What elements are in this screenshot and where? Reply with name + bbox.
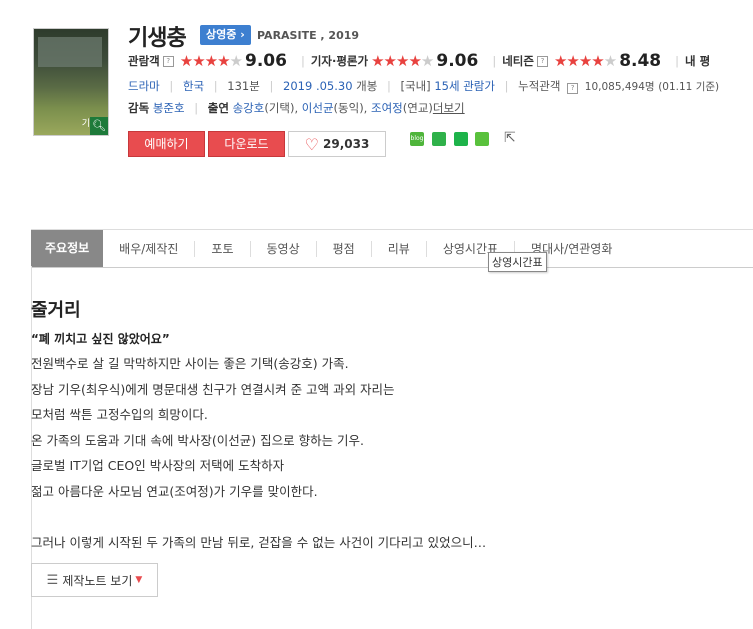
status-badge[interactable]: 상영중 ›	[200, 25, 251, 45]
more-cast-link[interactable]: 더보기	[433, 101, 465, 115]
synopsis-text: 전원백수로 살 길 막막하지만 사이는 좋은 기택(송강호) 가족. 장남 기우…	[31, 351, 731, 555]
reserve-button[interactable]: 예매하기	[128, 131, 205, 157]
director-link[interactable]: 봉준호	[153, 101, 185, 115]
critic-label: 기자·평론가	[310, 54, 369, 68]
cast-role-1: (기택),	[264, 101, 299, 115]
synopsis-line: 글로벌 IT기업 CEO인 박사장의 저택에 도착하자	[31, 458, 285, 473]
genre-link[interactable]: 드라마	[128, 79, 160, 93]
like-count: 29,033	[323, 137, 370, 151]
english-title: PARASITE , 2019	[257, 29, 360, 42]
help-icon[interactable]: ?	[567, 83, 579, 94]
production-notes-label: 제작노트 보기	[62, 573, 133, 588]
rating-prefix: [국내]	[400, 79, 431, 93]
synopsis-line: 모처럼 싹튼 고정수입의 희망이다.	[31, 407, 208, 422]
caret-down-icon: ▼	[135, 575, 143, 585]
download-button[interactable]: 다운로드	[208, 131, 285, 157]
heart-icon: ♡	[304, 134, 320, 154]
divider: |	[169, 79, 174, 93]
credits-row: 감독 봉준호 | 출연 송강호(기택), 이선균(동익), 조여정(연교)더보기	[128, 100, 465, 116]
synopsis-tagline: “폐 끼치고 싶진 않았어요”	[31, 332, 170, 346]
like-button[interactable]: ♡ 29,033	[288, 131, 386, 157]
cast-link-2[interactable]: 이선균	[302, 101, 334, 115]
keep-share-icon[interactable]	[454, 132, 468, 146]
tab-bar: 주요정보 배우/제작진 포토 동영상 평점 리뷰 상영시간표 명대사/연관영화	[31, 229, 753, 268]
audience-label: 관람객	[128, 54, 160, 68]
cast-link-1[interactable]: 송강호	[233, 101, 265, 115]
memo-share-icon[interactable]	[475, 132, 489, 146]
cast-link-3[interactable]: 조여정	[371, 101, 403, 115]
divider: |	[213, 79, 218, 93]
synopsis-line: 전원백수로 살 길 막막하지만 사이는 좋은 기택(송강호) 가족.	[31, 356, 349, 371]
cast-role-2: (동익),	[333, 101, 368, 115]
age-rating-link[interactable]: 15세 관람가	[434, 79, 495, 93]
divider: |	[504, 79, 509, 93]
poster-window	[38, 37, 102, 67]
tab-photo[interactable]: 포토	[195, 240, 251, 257]
cumulative-label: 누적관객	[518, 79, 561, 93]
movie-poster[interactable]: 기 🔍︎	[33, 28, 109, 136]
help-icon[interactable]: ?	[162, 55, 174, 67]
country-link[interactable]: 한국	[183, 79, 204, 93]
synopsis-heading: 줄거리	[31, 300, 81, 321]
movie-title: 기생충	[128, 26, 187, 51]
poster-caption: 기	[81, 119, 90, 129]
netizen-label: 네티즌	[502, 54, 534, 68]
audience-score: 9.06	[245, 51, 287, 71]
tab-review[interactable]: 리뷰	[372, 240, 427, 257]
cast-role-3: (연교)	[402, 101, 433, 115]
synopsis-line	[31, 504, 731, 530]
zoom-icon[interactable]: 🔍︎	[90, 117, 108, 135]
divider: |	[387, 79, 391, 93]
divider: |	[194, 101, 199, 115]
divider: |	[269, 79, 274, 93]
critic-stars: ★★★★★	[371, 52, 434, 70]
cast-label: 출연	[207, 101, 229, 115]
help-icon[interactable]: ?	[536, 55, 548, 67]
critic-score: 9.06	[436, 51, 479, 71]
tab-main-info[interactable]: 주요정보	[31, 230, 104, 267]
synopsis-line: 장남 기우(최우식)에게 명문대생 친구가 연결시켜 준 고액 과외 자리는	[31, 381, 395, 397]
cumulative-date: (01.11 기준)	[658, 81, 720, 93]
synopsis-line: 그러나 이렇게 시작된 두 가족의 만남 뒤로, 걷잡을 수 없는 사건이 기다…	[31, 534, 487, 550]
synopsis-line: 젊고 아름다운 사모님 연교(조여정)가 기우를 맞이한다.	[31, 483, 318, 499]
synopsis-line: 온 가족의 도움과 기대 속에 박사장(이선균) 집으로 향하는 기우.	[31, 432, 365, 448]
release-date-link[interactable]: 2019 .05.30	[283, 79, 353, 93]
share-icon[interactable]: ⇱	[504, 130, 516, 146]
tab-video[interactable]: 동영상	[251, 240, 317, 257]
tab-ratings[interactable]: 평점	[317, 240, 372, 257]
cafe-share-icon[interactable]	[432, 132, 446, 146]
info-row: 드라마 | 한국 | 131분 | 2019 .05.30 개봉 | [국내] …	[128, 78, 719, 94]
production-notes-button[interactable]: ☰ 제작노트 보기 ▼	[31, 563, 158, 597]
director-label: 감독	[128, 101, 150, 115]
netizen-stars: ★★★★★	[553, 52, 617, 70]
divider: |	[675, 54, 680, 68]
document-icon: ☰	[46, 572, 59, 588]
blog-share-icon[interactable]: blog	[410, 132, 424, 146]
ratings-row: 관람객 ? ★★★★★ 9.06 | 기자·평론가 ★★★★★ 9.06 | 네…	[128, 51, 710, 71]
release-suffix: 개봉	[356, 79, 378, 93]
my-rating-label[interactable]: 내 평	[685, 53, 710, 69]
divider: |	[492, 54, 497, 68]
audience-stars: ★★★★★	[179, 52, 243, 70]
divider: |	[300, 54, 305, 68]
runtime: 131분	[227, 79, 260, 93]
tab-cast-crew[interactable]: 배우/제작진	[103, 240, 196, 257]
cumulative-value: 10,085,494명	[584, 81, 655, 93]
netizen-score: 8.48	[619, 51, 662, 71]
